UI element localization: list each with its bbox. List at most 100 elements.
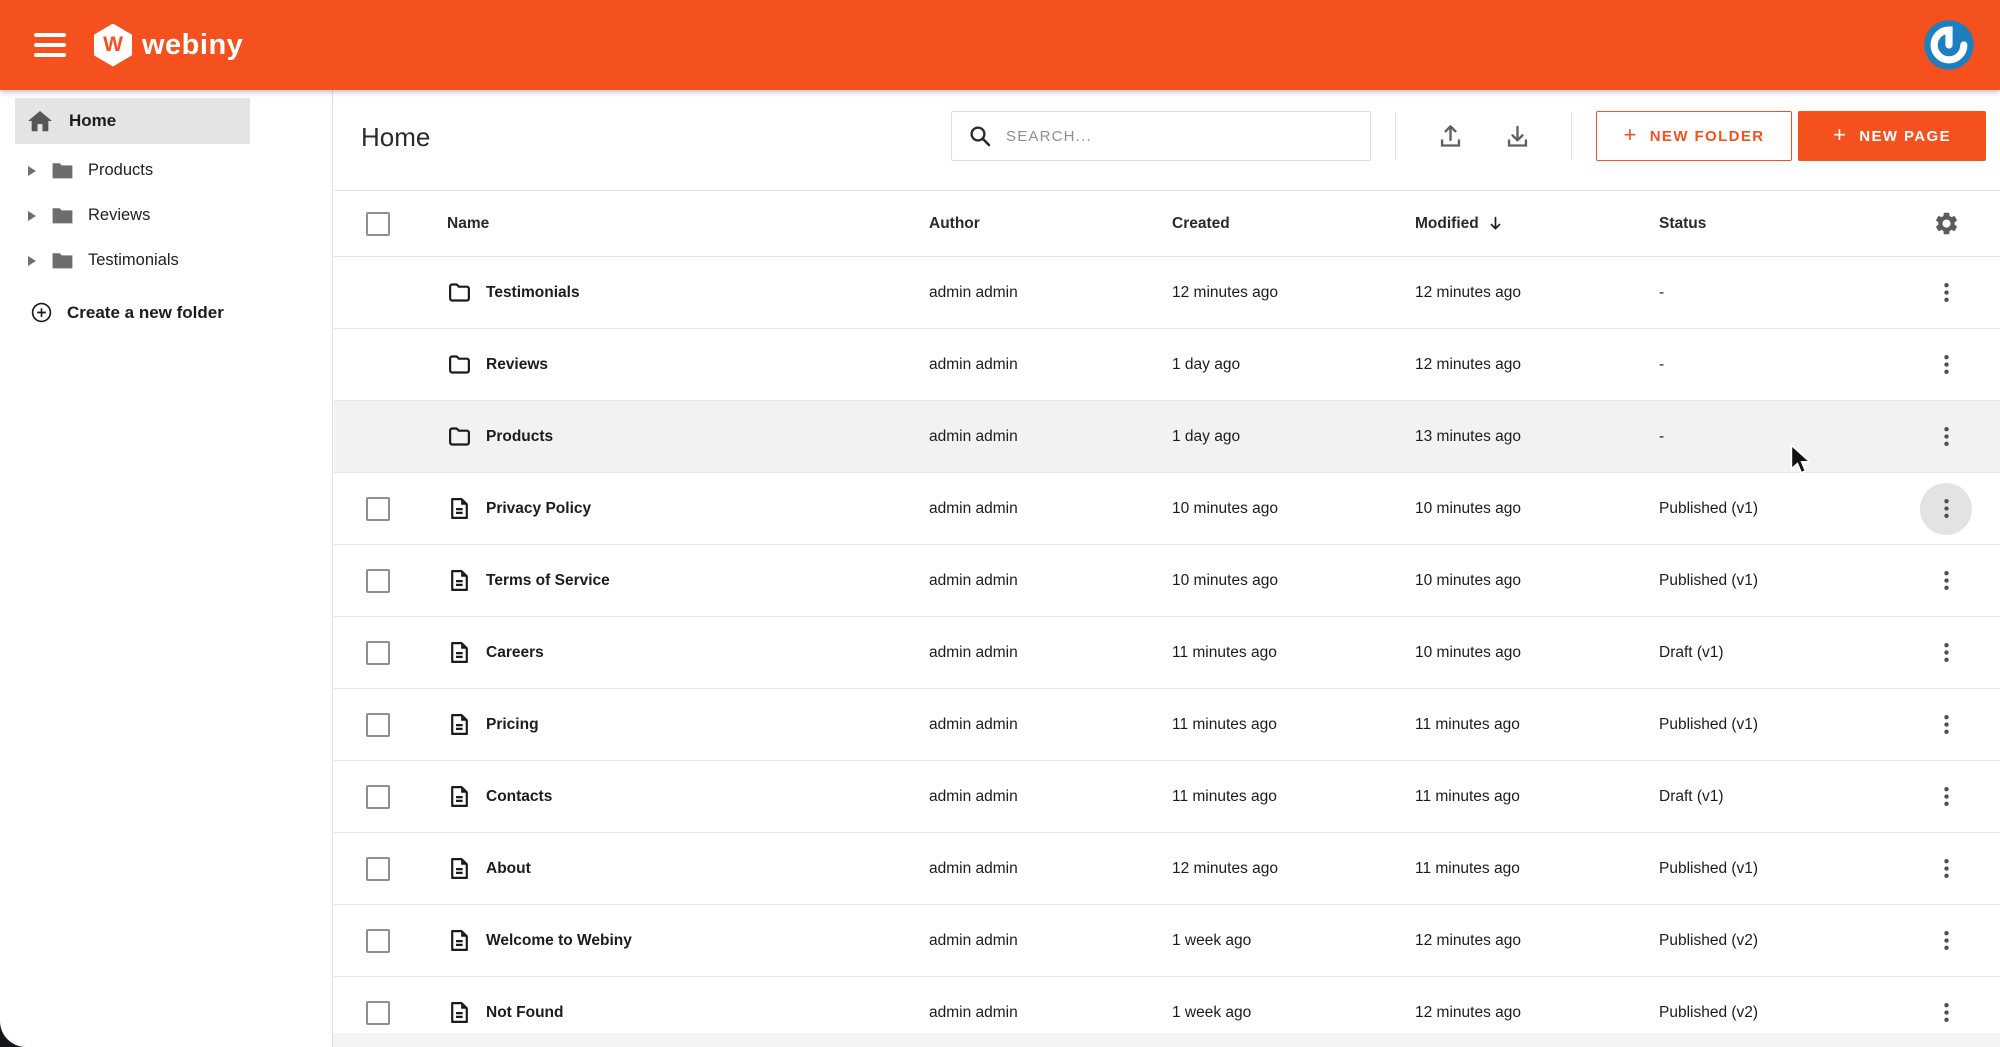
row-name[interactable]: Testimonials xyxy=(486,284,929,302)
table-row[interactable]: Not Found admin admin 1 week ago 12 minu… xyxy=(334,977,2000,1033)
kebab-icon xyxy=(1943,715,1949,734)
page-icon xyxy=(451,714,468,735)
import-button[interactable] xyxy=(1428,114,1472,158)
page-icon xyxy=(451,858,468,879)
kebab-icon xyxy=(1943,571,1949,590)
column-header-modified[interactable]: Modified xyxy=(1415,215,1659,233)
kebab-icon xyxy=(1943,283,1949,302)
table-row[interactable]: Testimonials admin admin 12 minutes ago … xyxy=(334,257,2000,329)
row-created: 1 week ago xyxy=(1172,1003,1252,1021)
table-row[interactable]: Privacy Policy admin admin 10 minutes ag… xyxy=(334,473,2000,545)
row-checkbox[interactable] xyxy=(366,496,390,521)
row-modified: 10 minutes ago xyxy=(1415,571,1521,589)
brand-wordmark: webiny xyxy=(142,28,244,61)
top-app-bar: W webiny xyxy=(0,0,2000,90)
row-name[interactable]: Products xyxy=(486,428,929,446)
select-all-checkbox[interactable] xyxy=(366,211,390,236)
row-name[interactable]: Pricing xyxy=(486,716,929,734)
user-avatar[interactable] xyxy=(1922,18,1976,72)
row-modified: 10 minutes ago xyxy=(1415,499,1521,517)
table-row[interactable]: Contacts admin admin 11 minutes ago 11 m… xyxy=(334,761,2000,833)
row-name[interactable]: Contacts xyxy=(486,788,929,806)
row-menu-button[interactable] xyxy=(1920,771,1972,823)
row-name[interactable]: Terms of Service xyxy=(486,572,929,590)
sidebar-home-label: Home xyxy=(69,111,117,130)
row-modified: 10 minutes ago xyxy=(1415,643,1521,661)
gear-icon xyxy=(1935,212,1957,235)
row-name[interactable]: Careers xyxy=(486,644,929,662)
table-row[interactable]: Welcome to Webiny admin admin 1 week ago… xyxy=(334,905,2000,977)
table-row[interactable]: Terms of Service admin admin 10 minutes … xyxy=(334,545,2000,617)
search-input[interactable] xyxy=(1006,127,1336,145)
row-menu-button[interactable] xyxy=(1920,482,1972,535)
row-menu-button[interactable] xyxy=(1920,555,1972,607)
row-name[interactable]: About xyxy=(486,860,929,878)
row-menu-button[interactable] xyxy=(1920,339,1972,391)
folder-icon xyxy=(449,355,470,374)
expand-caret-icon[interactable] xyxy=(28,210,36,221)
row-name[interactable]: Reviews xyxy=(486,356,929,374)
row-created: 12 minutes ago xyxy=(1172,283,1278,301)
row-author: admin admin xyxy=(929,859,1018,877)
row-created: 11 minutes ago xyxy=(1172,787,1277,805)
row-name[interactable]: Privacy Policy xyxy=(486,500,929,518)
row-author: admin admin xyxy=(929,1003,1018,1021)
column-header-author[interactable]: Author xyxy=(929,215,1172,233)
page-icon xyxy=(451,570,468,591)
sidebar-folder-testimonials[interactable]: Testimonials xyxy=(0,238,332,283)
row-name[interactable]: Welcome to Webiny xyxy=(486,932,929,950)
table-row[interactable]: Reviews admin admin 1 day ago 12 minutes… xyxy=(334,329,2000,401)
new-folder-button[interactable]: + NEW FOLDER xyxy=(1596,111,1792,161)
column-header-name[interactable]: Name xyxy=(447,215,929,233)
create-folder-button[interactable]: Create a new folder xyxy=(0,301,332,324)
row-menu-button[interactable] xyxy=(1920,915,1972,967)
row-status-badge: Draft (v1) xyxy=(1659,787,1724,805)
row-checkbox[interactable] xyxy=(366,712,390,737)
row-author: admin admin xyxy=(929,283,1018,301)
sort-desc-icon xyxy=(1487,215,1504,232)
page-icon xyxy=(451,498,468,519)
column-header-created[interactable]: Created xyxy=(1172,215,1415,233)
table-row[interactable]: About admin admin 12 minutes ago 11 minu… xyxy=(334,833,2000,905)
row-author: admin admin xyxy=(929,355,1018,373)
row-checkbox[interactable] xyxy=(366,640,390,665)
row-status-badge: Published (v1) xyxy=(1659,571,1759,589)
row-status-badge: Draft (v1) xyxy=(1659,643,1724,661)
folder-filled-icon xyxy=(52,253,73,269)
row-menu-button[interactable] xyxy=(1920,699,1972,751)
row-name[interactable]: Not Found xyxy=(486,1004,929,1022)
row-created: 1 day ago xyxy=(1172,427,1241,445)
column-header-status[interactable]: Status xyxy=(1659,215,1891,233)
row-author: admin admin xyxy=(929,643,1018,661)
menu-icon[interactable] xyxy=(34,33,66,57)
sidebar-item-home[interactable]: Home xyxy=(15,98,250,144)
expand-caret-icon[interactable] xyxy=(28,255,36,266)
row-menu-button[interactable] xyxy=(1920,411,1972,463)
row-checkbox[interactable] xyxy=(366,928,390,953)
sidebar-folder-reviews[interactable]: Reviews xyxy=(0,193,332,238)
table-settings-button[interactable] xyxy=(1920,198,1972,250)
row-menu-button[interactable] xyxy=(1920,267,1972,319)
table-row[interactable]: Careers admin admin 11 minutes ago 10 mi… xyxy=(334,617,2000,689)
export-button[interactable] xyxy=(1495,114,1539,158)
row-menu-button[interactable] xyxy=(1920,987,1972,1034)
table-row[interactable]: Products admin admin 1 day ago 13 minute… xyxy=(334,401,2000,473)
row-menu-button[interactable] xyxy=(1920,843,1972,895)
row-checkbox[interactable] xyxy=(366,1000,390,1025)
folder-filled-icon xyxy=(52,163,73,179)
folder-icon xyxy=(449,283,470,302)
main-content: Home SEARCH... + NEW FOLDER + NEW PAGE N… xyxy=(334,90,2000,1033)
row-menu-button[interactable] xyxy=(1920,627,1972,679)
new-page-button[interactable]: + NEW PAGE xyxy=(1798,111,1986,161)
row-checkbox[interactable] xyxy=(366,856,390,881)
row-checkbox[interactable] xyxy=(366,568,390,593)
kebab-icon xyxy=(1943,355,1949,374)
row-created: 10 minutes ago xyxy=(1172,571,1278,589)
expand-caret-icon[interactable] xyxy=(28,165,36,176)
row-checkbox[interactable] xyxy=(366,784,390,809)
folder-filled-icon xyxy=(52,208,73,224)
page-icon xyxy=(451,1002,468,1023)
row-created: 1 day ago xyxy=(1172,355,1241,373)
table-row[interactable]: Pricing admin admin 11 minutes ago 11 mi… xyxy=(334,689,2000,761)
sidebar-folder-products[interactable]: Products xyxy=(0,148,332,193)
